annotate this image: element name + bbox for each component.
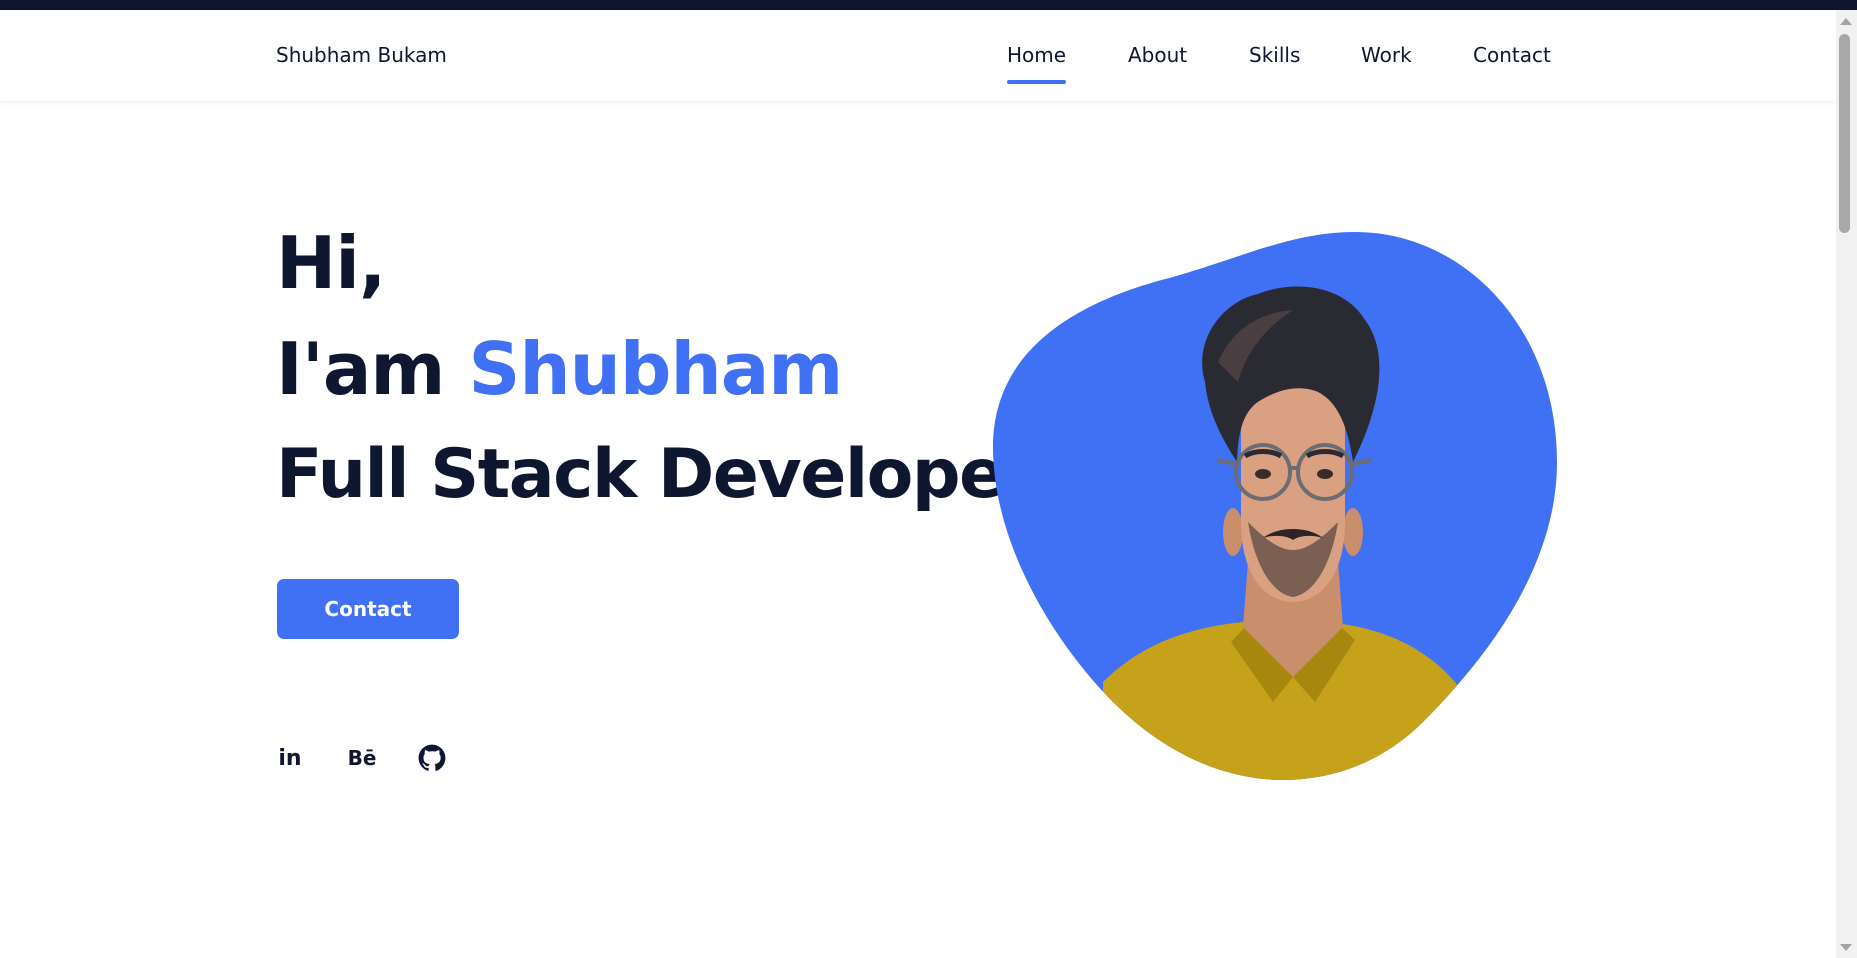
nav-contact[interactable]: Contact [1473, 43, 1551, 67]
scroll-up-arrow-icon[interactable] [1840, 18, 1852, 25]
profile-blob [993, 232, 1557, 780]
contact-button[interactable]: Contact [277, 579, 459, 639]
nav-skills[interactable]: Skills [1249, 43, 1300, 67]
github-icon[interactable] [416, 742, 448, 774]
scroll-down-arrow-icon[interactable] [1840, 944, 1852, 951]
site-logo[interactable]: Shubham Bukam [276, 43, 447, 67]
hero-greeting: Hi, [276, 221, 386, 305]
behance-icon[interactable]: Bē [346, 742, 378, 774]
hero-intro-prefix: I'am [276, 327, 445, 411]
site-header: Shubham Bukam Home About Skills Work Con… [0, 10, 1836, 101]
github-icon-graphic [418, 744, 446, 771]
top-accent-bar [0, 0, 1857, 10]
hero-intro: I'am Shubham [276, 324, 844, 414]
scrollbar-thumb[interactable] [1839, 34, 1850, 233]
nav-work[interactable]: Work [1361, 43, 1412, 67]
profile-image [993, 232, 1557, 780]
nav-home[interactable]: Home [1007, 43, 1067, 84]
nav-about[interactable]: About [1128, 43, 1187, 67]
hero-name: Shubham [468, 327, 844, 411]
linkedin-icon[interactable]: in [274, 742, 306, 774]
hero-role: Full Stack Developer [276, 435, 1037, 514]
